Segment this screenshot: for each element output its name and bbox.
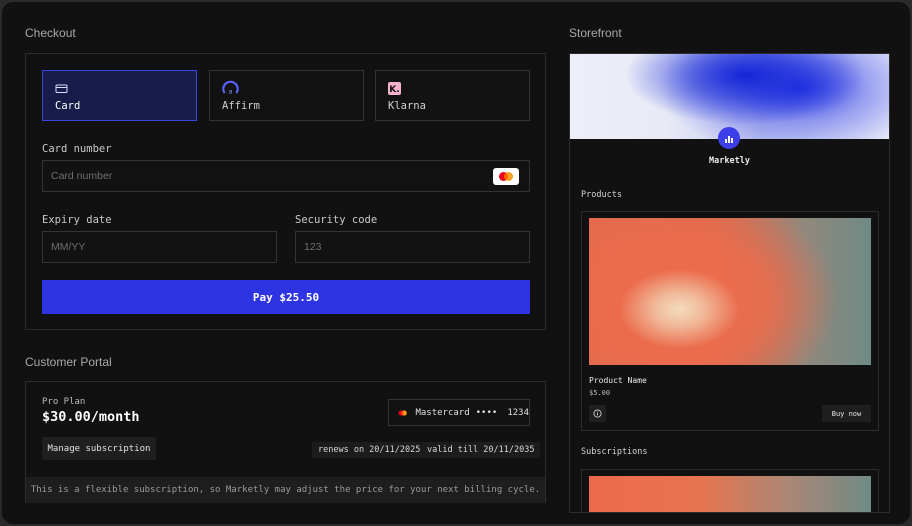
- app-window: Checkout Card a Affirm K. Klarna Card nu…: [1, 1, 911, 525]
- card-last4: 1234: [507, 407, 529, 418]
- card-masked-dots: ••••: [475, 407, 498, 418]
- credit-card-icon: [55, 84, 68, 93]
- product-name: Product Name: [589, 376, 647, 385]
- product-card: Product Name $5.00 Buy now: [581, 211, 879, 431]
- payment-tab-klarna[interactable]: K. Klarna: [375, 70, 530, 121]
- security-code-placeholder: 123: [304, 241, 322, 253]
- security-code-input[interactable]: 123: [295, 231, 530, 263]
- affirm-logo-icon: a: [222, 80, 239, 96]
- product-info-button[interactable]: [589, 405, 606, 422]
- store-logo-icon: [718, 127, 740, 149]
- expiry-input[interactable]: MM/YY: [42, 231, 277, 263]
- svg-text:K.: K.: [389, 85, 399, 95]
- plan-price: $30.00/month: [42, 409, 140, 425]
- payment-tab-label: Card: [55, 100, 81, 112]
- storefront-title: Storefront: [569, 26, 622, 40]
- checkout-panel: Card a Affirm K. Klarna Card number Card…: [25, 53, 546, 330]
- subscription-card: [581, 469, 879, 512]
- card-number-placeholder: Card number: [51, 170, 113, 182]
- card-brand-name: Mastercard: [415, 407, 470, 418]
- mastercard-icon: [493, 168, 519, 185]
- customer-portal-panel: Pro Plan $30.00/month Mastercard •••• 12…: [25, 381, 546, 503]
- manage-subscription-button[interactable]: Manage subscription: [42, 437, 156, 460]
- checkout-title: Checkout: [25, 26, 76, 40]
- renews-badge: renews on 20/11/2025: [312, 442, 427, 458]
- payment-tab-card[interactable]: Card: [42, 70, 197, 121]
- payment-tab-label: Klarna: [388, 100, 426, 112]
- flexible-subscription-notice: This is a flexible subscription, so Mark…: [26, 477, 545, 503]
- subscriptions-heading: Subscriptions: [581, 447, 648, 457]
- card-number-input[interactable]: Card number: [42, 160, 530, 192]
- valid-till-badge: valid till 20/11/2035: [421, 442, 541, 458]
- payment-tab-affirm[interactable]: a Affirm: [209, 70, 364, 121]
- pay-button[interactable]: Pay $25.50: [42, 280, 530, 314]
- buy-now-button[interactable]: Buy now: [822, 405, 871, 422]
- product-price: $5.00: [589, 389, 611, 397]
- storefront-panel: Marketly Products Product Name $5.00 Buy…: [569, 53, 890, 513]
- mastercard-icon: [398, 409, 407, 416]
- klarna-logo-icon: K.: [388, 82, 401, 95]
- saved-payment-method: Mastercard •••• 1234: [388, 399, 530, 426]
- products-heading: Products: [581, 190, 622, 200]
- info-icon: [593, 409, 602, 418]
- expiry-placeholder: MM/YY: [51, 241, 86, 253]
- security-code-label: Security code: [295, 214, 378, 226]
- customer-portal-title: Customer Portal: [25, 355, 112, 369]
- plan-name: Pro Plan: [42, 397, 86, 407]
- subscription-image: [589, 476, 871, 512]
- payment-tab-label: Affirm: [222, 100, 260, 112]
- product-image: [589, 218, 871, 365]
- store-name: Marketly: [709, 156, 750, 166]
- expiry-label: Expiry date: [42, 214, 112, 226]
- card-number-label: Card number: [42, 143, 112, 155]
- svg-text:a: a: [229, 88, 233, 96]
